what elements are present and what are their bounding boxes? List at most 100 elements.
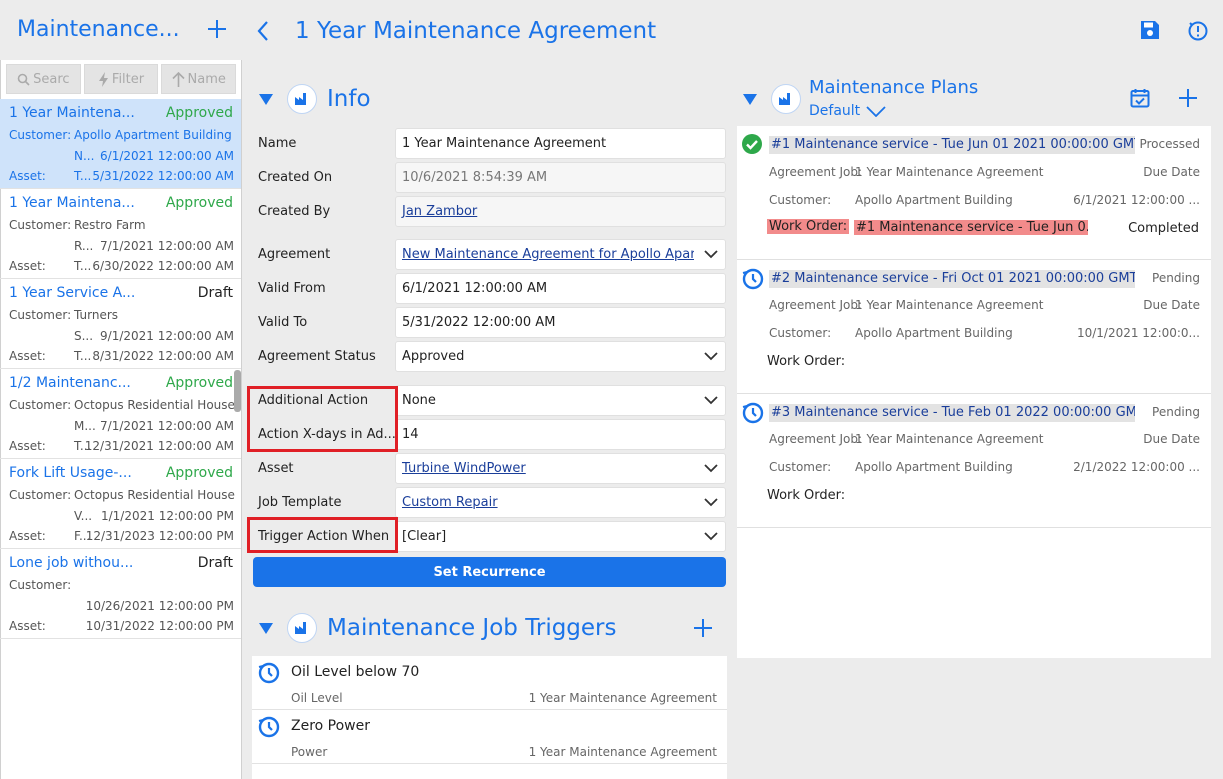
chevron-down-icon[interactable] [704, 532, 718, 541]
valid-from-input[interactable]: 6/1/2021 12:00:00 AM [395, 273, 726, 304]
asset-select[interactable]: Turbine WindPower [395, 453, 726, 484]
collapse-triangle-icon[interactable] [259, 622, 273, 634]
field-agreement-status: Agreement Status Approved [252, 341, 726, 373]
field-created-by: Created By Jan Zambor [252, 196, 726, 228]
plan-title[interactable]: #2 Maintenance service - Fri Oct 01 2021… [769, 270, 1135, 288]
due-date-label: Due Date [1143, 432, 1200, 446]
chevron-down-icon[interactable] [704, 352, 718, 361]
set-recurrence-button[interactable]: Set Recurrence [253, 557, 726, 587]
plan-item[interactable]: #3 Maintenance service - Tue Feb 01 2022… [737, 394, 1211, 528]
start-date: 7/1/2021 12:00:00 AM [100, 239, 234, 253]
trigger-item[interactable]: Oil Level below 70 Oil Level 1 Year Main… [252, 656, 727, 710]
sort-button[interactable]: Name [161, 64, 237, 94]
plan-status: Processed [1139, 137, 1200, 151]
chevron-down-icon[interactable] [704, 396, 718, 405]
mid-value: M... [74, 419, 96, 433]
name-input[interactable]: 1 Year Maintenance Agreement [395, 128, 726, 159]
plan-title[interactable]: #3 Maintenance service - Tue Feb 01 2022… [769, 404, 1135, 422]
customer-label: Customer: [9, 128, 72, 142]
trigger-sub: Power [291, 745, 328, 759]
trigger-item[interactable]: Zero Power Power 1 Year Maintenance Agre… [252, 710, 727, 764]
asset-link[interactable]: Turbine WindPower [402, 461, 526, 476]
alert-clock-icon[interactable] [1187, 20, 1209, 42]
created-by-link[interactable]: Jan Zambor [402, 204, 477, 219]
start-date: 6/1/2021 12:00:00 AM [100, 149, 234, 163]
list-item-title: 1 Year Maintena... [9, 105, 135, 121]
job-template-link[interactable]: Custom Repair [402, 495, 498, 510]
work-order-label: Work Order: [767, 488, 846, 503]
filter-button[interactable]: Filter [83, 64, 159, 94]
valid-to-input[interactable]: 5/31/2022 12:00:00 AM [395, 307, 726, 338]
triggers-section-header[interactable]: Maintenance Job Triggers [259, 613, 617, 643]
status-badge: Approved [165, 375, 233, 391]
list-scrollbar[interactable] [234, 370, 241, 412]
status-badge: Draft [197, 285, 233, 301]
created-on-value: 10/6/2021 8:54:39 AM [395, 162, 726, 193]
agreement-job-value: 1 Year Maintenance Agreement [855, 432, 1044, 446]
list-item[interactable]: 1/2 Maintenanc... Approved Customer: Oct… [0, 369, 241, 459]
additional-action-select[interactable]: None [395, 385, 726, 416]
add-trigger-icon[interactable] [692, 617, 714, 639]
start-date: 10/26/2021 12:00:00 PM [85, 599, 234, 613]
action-x-days-input[interactable]: 14 [395, 419, 726, 450]
chevron-down-icon[interactable] [704, 498, 718, 507]
plan-title[interactable]: #1 Maintenance service - Tue Jun 01 2021… [769, 136, 1135, 154]
plan-item[interactable]: #2 Maintenance service - Fri Oct 01 2021… [737, 260, 1211, 394]
save-icon[interactable] [1140, 20, 1160, 40]
field-valid-to: Valid To 5/31/2022 12:00:00 AM [252, 307, 726, 339]
collapse-triangle-icon[interactable] [259, 93, 273, 105]
customer-value: Apollo Apartment Building [74, 128, 232, 142]
work-order-value[interactable]: #1 Maintenance service - Tue Jun 0... [854, 220, 1088, 235]
clock-icon [257, 661, 281, 685]
field-label: Name [258, 136, 297, 151]
agreement-link[interactable]: New Maintenance Agreement for Apollo Apa… [402, 247, 694, 262]
agreement-status-select[interactable]: Approved [395, 341, 726, 372]
plans-section-header[interactable] [743, 84, 811, 114]
work-order-status: Completed [1128, 221, 1199, 236]
search-button[interactable]: Searc [6, 64, 81, 94]
field-label: Job Template [258, 495, 342, 510]
list-item[interactable]: 1 Year Maintena... Approved Customer: Ap… [0, 99, 241, 189]
trigger-action-when-select[interactable]: [Clear] [395, 521, 726, 552]
list-item[interactable]: 1 Year Service A... Draft Customer: Turn… [0, 279, 241, 369]
arrow-up-icon [171, 71, 185, 87]
due-date-value: 2/1/2022 12:00:00 ... [1073, 460, 1200, 474]
collapse-triangle-icon[interactable] [743, 93, 757, 105]
customer-label: Customer: [9, 398, 72, 412]
list-item[interactable]: Fork Lift Usage-... Approved Customer: O… [0, 459, 241, 549]
due-date-value: 10/1/2021 12:00:0... [1076, 326, 1200, 340]
sort-label: Name [187, 71, 226, 87]
chevron-down-icon[interactable] [704, 464, 718, 473]
customer-value: Apollo Apartment Building [855, 326, 1013, 340]
view-selector[interactable]: Default [809, 103, 886, 119]
agreement-job-label: Agreement Job: [769, 432, 862, 446]
trigger-sub: Oil Level [291, 691, 343, 705]
customer-value: Apollo Apartment Building [855, 460, 1013, 474]
agreement-job-value: 1 Year Maintenance Agreement [855, 165, 1044, 179]
agreement-select[interactable]: New Maintenance Agreement for Apollo Apa… [395, 239, 726, 270]
asset-value: T... [74, 259, 92, 273]
end-date: 10/31/2022 12:00:00 PM [85, 619, 234, 633]
chevron-down-icon[interactable] [704, 250, 718, 259]
mid-value: N... [74, 149, 95, 163]
calendar-check-icon[interactable] [1130, 88, 1150, 108]
asset-label: Asset: [9, 439, 46, 453]
factory-icon [287, 84, 317, 114]
add-icon[interactable] [206, 18, 228, 40]
plan-item[interactable]: #1 Maintenance service - Tue Jun 01 2021… [737, 126, 1211, 260]
triggers-title: Maintenance Job Triggers [327, 615, 617, 641]
mid-value: V... [74, 509, 93, 523]
list-item[interactable]: 1 Year Maintena... Approved Customer: Re… [0, 189, 241, 279]
job-template-select[interactable]: Custom Repair [395, 487, 726, 518]
view-label: Default [809, 103, 861, 119]
customer-label: Customer: [9, 218, 72, 232]
info-section-header[interactable]: Info [259, 84, 371, 114]
due-date-label: Due Date [1143, 298, 1200, 312]
back-chevron-icon[interactable] [256, 20, 270, 42]
page-title: 1 Year Maintenance Agreement [295, 18, 657, 44]
field-valid-from: Valid From 6/1/2021 12:00:00 AM [252, 273, 726, 305]
list-item[interactable]: Lone job withou... Draft Customer: 10/26… [0, 549, 241, 639]
add-plan-icon[interactable] [1177, 87, 1199, 109]
agreement-job-value: 1 Year Maintenance Agreement [855, 298, 1044, 312]
mid-value: S... [74, 329, 94, 343]
